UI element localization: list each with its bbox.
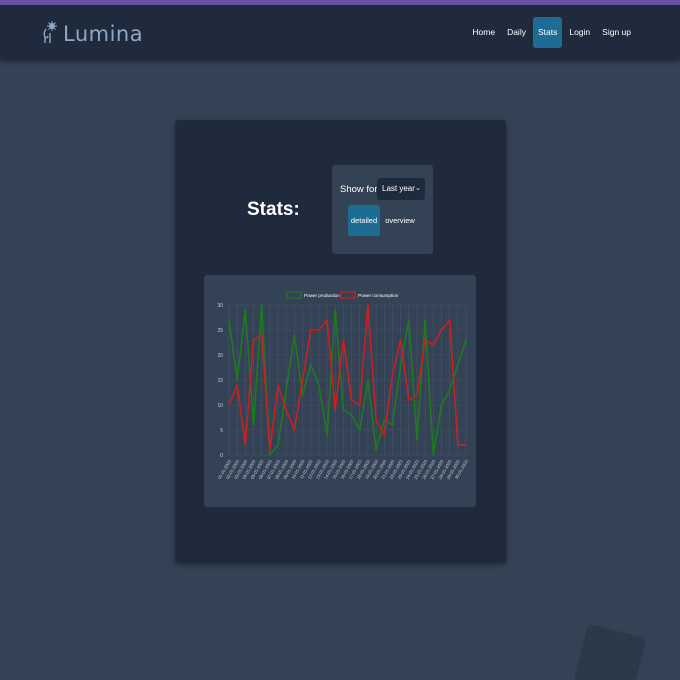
data-point <box>424 319 427 321</box>
data-point <box>407 319 410 321</box>
data-point <box>244 444 247 446</box>
data-point <box>448 389 451 391</box>
data-point <box>375 449 378 451</box>
data-point <box>277 384 279 386</box>
nav-link-signup[interactable]: Sign up <box>597 17 636 48</box>
filter-box: Show for: Last year ⌄ detailed overview <box>332 165 433 254</box>
data-point <box>407 399 410 401</box>
data-point <box>432 344 435 346</box>
detailed-button[interactable]: detailed <box>348 205 380 236</box>
data-point <box>440 404 443 406</box>
y-tick-label: 15 <box>217 378 223 384</box>
data-point <box>416 439 418 441</box>
nav-link-login[interactable]: Login <box>564 17 595 48</box>
stats-title: Stats: <box>247 199 300 220</box>
data-point <box>465 339 467 341</box>
nav-links: Home Daily Stats Login Sign up <box>465 17 636 48</box>
data-point <box>293 334 296 336</box>
data-point <box>391 374 394 376</box>
legend-swatch-consumption <box>340 291 356 299</box>
data-point <box>465 444 467 446</box>
data-point <box>456 364 459 366</box>
lumina-logo-icon <box>43 21 57 43</box>
data-point <box>285 389 288 391</box>
y-tick-label: 25 <box>217 328 223 334</box>
period-select-value: Last year <box>382 184 415 193</box>
data-point <box>326 434 328 436</box>
y-tick-label: 20 <box>217 353 223 359</box>
data-point <box>317 329 320 331</box>
data-point <box>236 384 239 386</box>
y-tick-label: 5 <box>220 428 223 434</box>
power-line-chart: 05101520253001-01-202302-01-202303-01-20… <box>217 291 469 480</box>
data-point <box>383 434 386 436</box>
data-point <box>277 444 279 446</box>
data-point <box>326 319 328 321</box>
data-point <box>448 319 451 321</box>
data-point <box>260 304 263 306</box>
period-select[interactable]: Last year ⌄ <box>377 178 425 200</box>
data-point <box>309 364 312 366</box>
navbar: Lumina Home Daily Stats Login Sign up <box>0 5 680 60</box>
series-line-consumption <box>228 304 466 451</box>
data-point <box>432 454 435 456</box>
y-tick-label: 0 <box>220 453 223 459</box>
data-point <box>399 339 402 341</box>
data-point <box>285 409 288 411</box>
data-point <box>342 409 345 411</box>
data-point <box>391 424 394 426</box>
nav-link-stats[interactable]: Stats <box>532 17 563 48</box>
data-point <box>293 429 296 431</box>
data-point <box>342 339 345 341</box>
data-point <box>424 339 427 341</box>
overview-button[interactable]: overview <box>382 205 418 236</box>
brand[interactable]: Lumina <box>42 20 143 48</box>
data-point <box>358 429 361 431</box>
data-point <box>358 404 361 406</box>
chevron-down-icon: ⌄ <box>415 185 421 192</box>
data-point <box>260 334 263 336</box>
data-point <box>416 394 418 396</box>
show-for-label: Show for: <box>340 184 381 195</box>
data-point <box>268 454 271 456</box>
data-point <box>301 394 304 396</box>
stats-card: Stats: Show for: Last year ⌄ detailed ov… <box>175 120 506 563</box>
data-point <box>236 379 239 381</box>
y-tick-label: 10 <box>217 403 223 409</box>
data-point <box>383 419 386 421</box>
data-point <box>440 329 443 331</box>
data-point <box>375 419 378 421</box>
brand-name: Lumina <box>63 22 144 46</box>
decorative-corner-shape <box>573 623 647 680</box>
data-point <box>317 384 320 386</box>
data-point <box>244 309 247 311</box>
data-point <box>228 404 230 406</box>
data-point <box>350 399 353 401</box>
data-point <box>252 424 255 426</box>
data-point <box>334 309 337 311</box>
data-point <box>350 414 353 416</box>
data-point <box>334 409 337 411</box>
legend-label: Power production <box>304 293 340 298</box>
data-point <box>399 364 402 366</box>
nav-link-daily[interactable]: Daily <box>502 17 531 48</box>
legend-swatch-production <box>286 291 302 299</box>
nav-link-home[interactable]: Home <box>467 17 500 48</box>
data-point <box>309 329 312 331</box>
y-tick-label: 30 <box>217 303 223 309</box>
chart-panel: 0 5 10 15 20 25 30 01-01-2023 02-01-2023 03-01-20… <box>204 275 476 507</box>
data-point <box>367 304 369 306</box>
data-point <box>252 339 255 341</box>
legend-label: Power consumption <box>358 293 399 298</box>
data-point <box>228 319 230 321</box>
data-point <box>301 379 304 381</box>
data-point <box>456 444 459 446</box>
data-point <box>367 379 369 381</box>
data-point <box>268 449 271 451</box>
